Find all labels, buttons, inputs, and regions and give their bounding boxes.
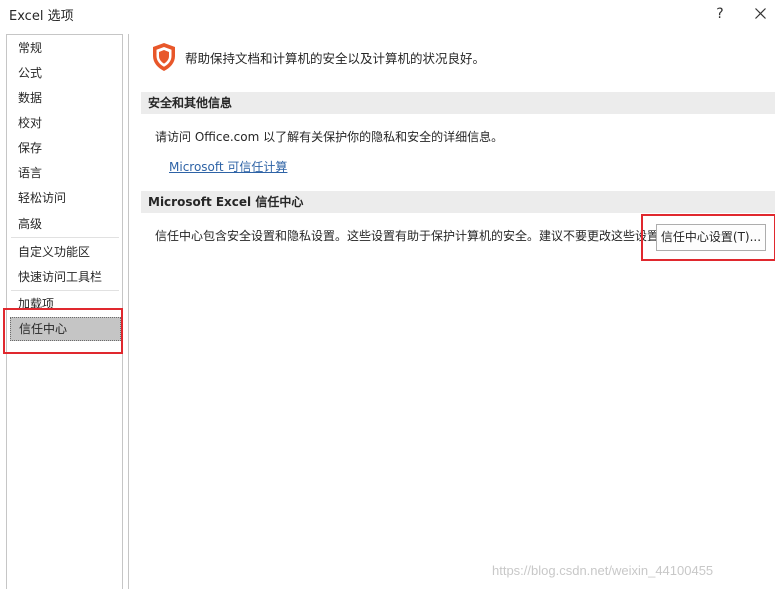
sidebar-divider: [11, 237, 119, 238]
trustworthy-computing-link[interactable]: Microsoft 可信任计算: [169, 158, 287, 175]
shield-icon: [153, 43, 175, 71]
title-bar: Excel 选项 ?: [0, 0, 775, 30]
help-button[interactable]: ?: [709, 3, 731, 25]
sidebar-item-customize-ribbon[interactable]: 自定义功能区: [8, 240, 121, 264]
sidebar-item-add-ins[interactable]: 加载项: [8, 292, 121, 316]
close-icon: [754, 8, 766, 19]
trust-center-description: 信任中心包含安全设置和隐私设置。这些设置有助于保护计算机的安全。建议不要更改这些…: [155, 229, 672, 243]
excel-options-dialog: Excel 选项 ? 常规 公式 数据 校对 保存 语言 轻松访问 高级 自定义…: [0, 0, 775, 589]
sidebar-item-language[interactable]: 语言: [8, 161, 121, 185]
sidebar-item-data[interactable]: 数据: [8, 86, 121, 110]
sidebar-item-proofing[interactable]: 校对: [8, 111, 121, 135]
close-button[interactable]: [749, 3, 771, 25]
trust-center-panel: 帮助保持文档和计算机的安全以及计算机的状况良好。 安全和其他信息 请访问 Off…: [128, 34, 775, 589]
sidebar-item-quick-access-toolbar[interactable]: 快速访问工具栏: [8, 265, 121, 289]
sidebar-divider: [11, 290, 119, 291]
trust-center-section-header: Microsoft Excel 信任中心: [141, 191, 775, 213]
sidebar-item-formulas[interactable]: 公式: [8, 61, 121, 85]
intro-text: 帮助保持文档和计算机的安全以及计算机的状况良好。: [185, 51, 486, 66]
sidebar-item-trust-center[interactable]: 信任中心: [10, 317, 121, 341]
sidebar-item-accessibility[interactable]: 轻松访问: [8, 186, 121, 210]
privacy-info-text: 请访问 Office.com 以了解有关保护你的隐私和安全的详细信息。: [155, 130, 504, 144]
sidebar-item-advanced[interactable]: 高级: [8, 212, 121, 236]
window-title: Excel 选项: [9, 9, 74, 24]
sidebar-item-save[interactable]: 保存: [8, 136, 121, 160]
sidebar-item-general[interactable]: 常规: [8, 36, 121, 60]
privacy-section-header: 安全和其他信息: [141, 92, 775, 114]
watermark-text: https://blog.csdn.net/weixin_44100455: [492, 563, 714, 578]
trust-center-settings-button[interactable]: 信任中心设置(T)...: [656, 224, 766, 251]
options-sidebar: 常规 公式 数据 校对 保存 语言 轻松访问 高级 自定义功能区 快速访问工具栏…: [6, 34, 123, 589]
